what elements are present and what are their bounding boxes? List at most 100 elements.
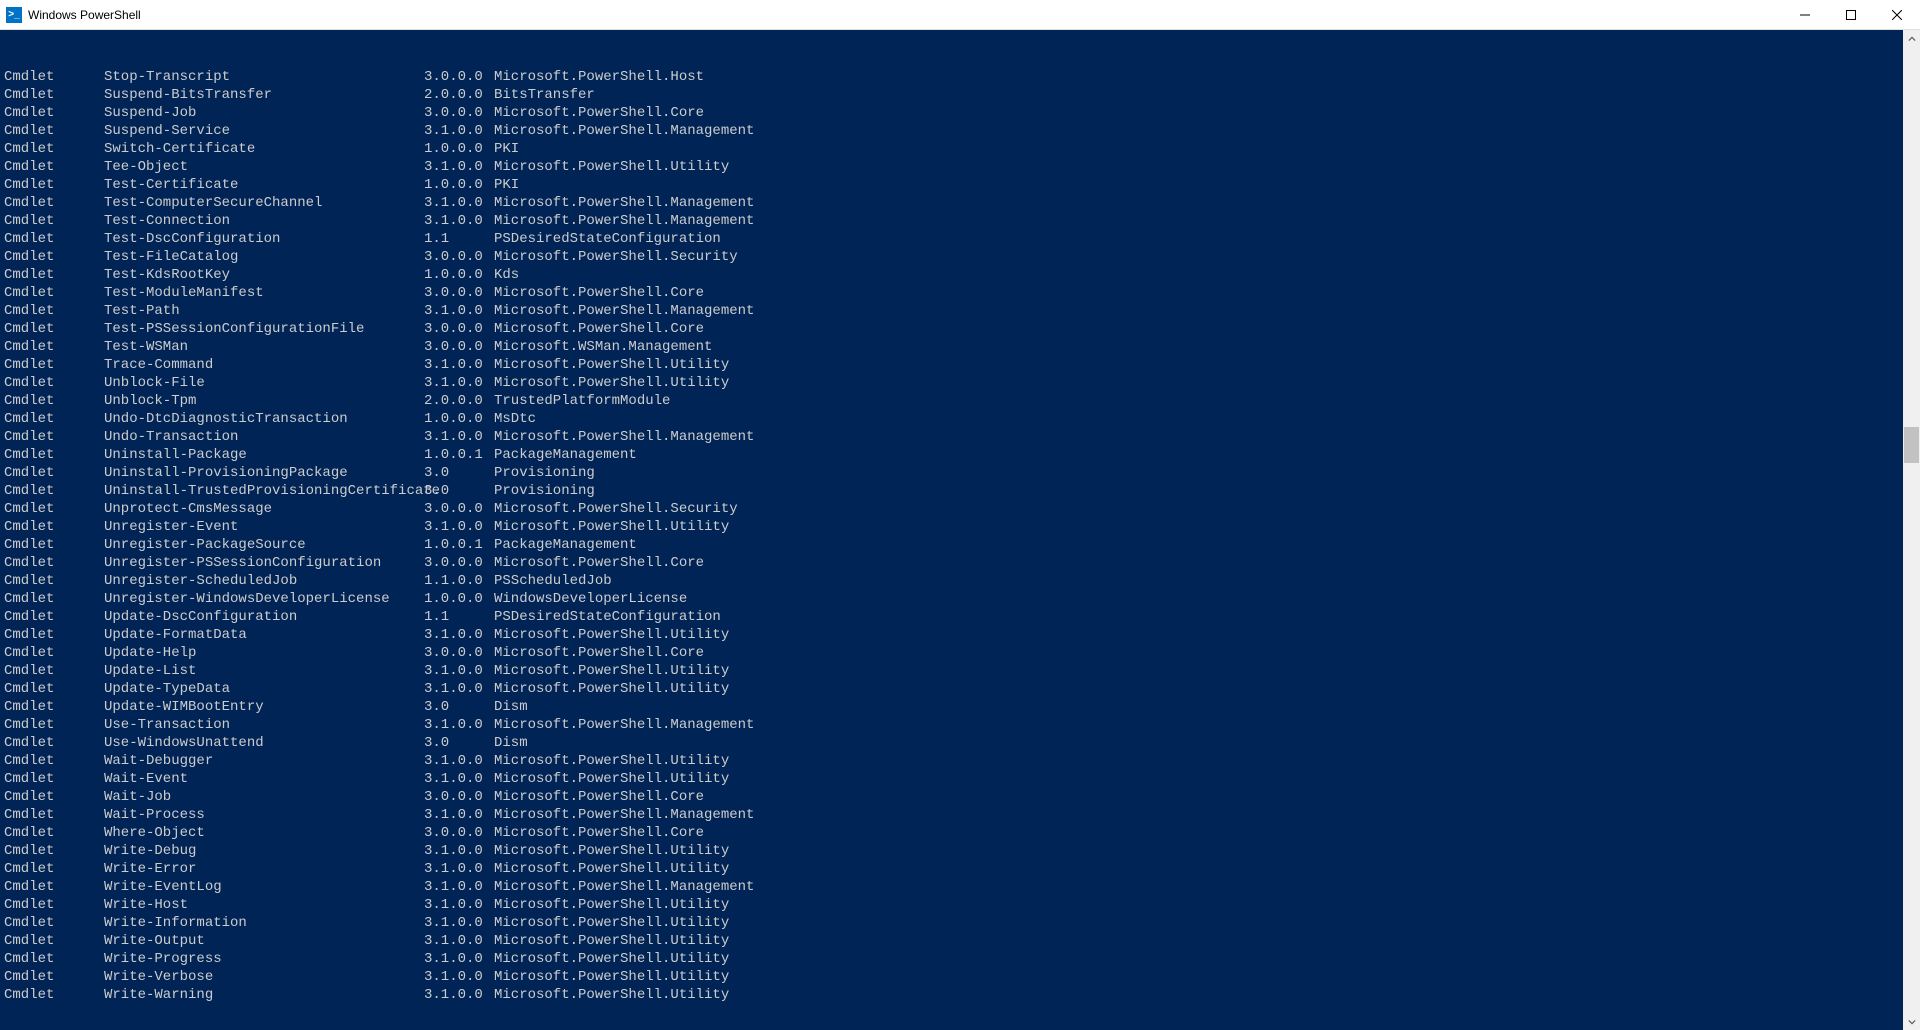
command-name: Write-Error [104, 860, 424, 878]
command-source: Microsoft.WSMan.Management [494, 338, 1916, 356]
command-version: 3.1.0.0 [424, 968, 494, 986]
command-name: Suspend-Job [104, 104, 424, 122]
output-row: CmdletUndo-DtcDiagnosticTransaction1.0.0… [4, 410, 1916, 428]
command-type: Cmdlet [4, 824, 104, 842]
command-type: Cmdlet [4, 410, 104, 428]
command-type: Cmdlet [4, 680, 104, 698]
command-name: Use-Transaction [104, 716, 424, 734]
command-type: Cmdlet [4, 464, 104, 482]
command-name: Write-Debug [104, 842, 424, 860]
output-row: CmdletUninstall-ProvisioningPackage3.0Pr… [4, 464, 1916, 482]
command-name: Test-DscConfiguration [104, 230, 424, 248]
command-source: Microsoft.PowerShell.Security [494, 248, 1916, 266]
output-row: CmdletSuspend-Job3.0.0.0Microsoft.PowerS… [4, 104, 1916, 122]
command-name: Undo-DtcDiagnosticTransaction [104, 410, 424, 428]
command-version: 3.1.0.0 [424, 212, 494, 230]
command-type: Cmdlet [4, 428, 104, 446]
command-source: Microsoft.PowerShell.Core [494, 104, 1916, 122]
command-name: Uninstall-TrustedProvisioningCertificate [104, 482, 424, 500]
command-version: 3.1.0.0 [424, 932, 494, 950]
command-source: BitsTransfer [494, 86, 1916, 104]
output-row: CmdletWrite-Host3.1.0.0Microsoft.PowerSh… [4, 896, 1916, 914]
command-source: Microsoft.PowerShell.Core [494, 788, 1916, 806]
command-name: Test-ModuleManifest [104, 284, 424, 302]
command-source: Microsoft.PowerShell.Utility [494, 356, 1916, 374]
command-source: PSDesiredStateConfiguration [494, 230, 1916, 248]
command-type: Cmdlet [4, 248, 104, 266]
command-name: Test-Path [104, 302, 424, 320]
output-row: CmdletWrite-Verbose3.1.0.0Microsoft.Powe… [4, 968, 1916, 986]
scrollbar[interactable] [1903, 30, 1920, 1030]
output-row: CmdletTest-PSSessionConfigurationFile3.0… [4, 320, 1916, 338]
maximize-button[interactable] [1828, 0, 1874, 30]
command-name: Test-PSSessionConfigurationFile [104, 320, 424, 338]
command-type: Cmdlet [4, 158, 104, 176]
command-version: 3.0 [424, 734, 494, 752]
command-source: Microsoft.PowerShell.Utility [494, 680, 1916, 698]
command-version: 3.0.0.0 [424, 284, 494, 302]
command-version: 3.1.0.0 [424, 428, 494, 446]
command-version: 3.0.0.0 [424, 554, 494, 572]
command-type: Cmdlet [4, 914, 104, 932]
command-name: Unblock-Tpm [104, 392, 424, 410]
command-type: Cmdlet [4, 212, 104, 230]
command-name: Write-EventLog [104, 878, 424, 896]
command-type: Cmdlet [4, 644, 104, 662]
command-source: Microsoft.PowerShell.Management [494, 878, 1916, 896]
titlebar[interactable]: >_ Windows PowerShell [0, 0, 1920, 30]
command-source: PKI [494, 140, 1916, 158]
scroll-thumb[interactable] [1904, 427, 1919, 463]
scroll-track[interactable] [1903, 47, 1920, 1013]
close-button[interactable] [1874, 0, 1920, 30]
command-version: 3.1.0.0 [424, 302, 494, 320]
output-row: CmdletTest-KdsRootKey1.0.0.0Kds [4, 266, 1916, 284]
terminal-area[interactable]: CmdletStop-Transcript3.0.0.0Microsoft.Po… [0, 30, 1920, 1030]
scroll-up-button[interactable] [1903, 30, 1920, 47]
command-type: Cmdlet [4, 860, 104, 878]
command-name: Trace-Command [104, 356, 424, 374]
command-source: Microsoft.PowerShell.Utility [494, 860, 1916, 878]
output-row: CmdletWrite-Warning3.1.0.0Microsoft.Powe… [4, 986, 1916, 1004]
command-version: 3.1.0.0 [424, 806, 494, 824]
command-source: Microsoft.PowerShell.Utility [494, 770, 1916, 788]
command-source: Microsoft.PowerShell.Security [494, 500, 1916, 518]
output-row: CmdletUpdate-TypeData3.1.0.0Microsoft.Po… [4, 680, 1916, 698]
command-source: Microsoft.PowerShell.Core [494, 554, 1916, 572]
command-version: 3.1.0.0 [424, 896, 494, 914]
command-name: Wait-Debugger [104, 752, 424, 770]
command-name: Where-Object [104, 824, 424, 842]
scroll-down-button[interactable] [1903, 1013, 1920, 1030]
command-version: 3.0.0.0 [424, 824, 494, 842]
command-source: Provisioning [494, 482, 1916, 500]
command-type: Cmdlet [4, 842, 104, 860]
command-name: Update-WIMBootEntry [104, 698, 424, 716]
output-row: CmdletTest-Certificate1.0.0.0PKI [4, 176, 1916, 194]
output-row: CmdletWrite-Output3.1.0.0Microsoft.Power… [4, 932, 1916, 950]
command-version: 1.0.0.0 [424, 140, 494, 158]
command-type: Cmdlet [4, 950, 104, 968]
output-row: CmdletUnblock-File3.1.0.0Microsoft.Power… [4, 374, 1916, 392]
command-type: Cmdlet [4, 500, 104, 518]
command-name: Wait-Event [104, 770, 424, 788]
command-name: Write-Information [104, 914, 424, 932]
command-name: Test-WSMan [104, 338, 424, 356]
command-source: Microsoft.PowerShell.Core [494, 824, 1916, 842]
output-row: CmdletSuspend-BitsTransfer2.0.0.0BitsTra… [4, 86, 1916, 104]
output-row: CmdletWrite-Information3.1.0.0Microsoft.… [4, 914, 1916, 932]
command-source: TrustedPlatformModule [494, 392, 1916, 410]
command-name: Test-FileCatalog [104, 248, 424, 266]
command-type: Cmdlet [4, 194, 104, 212]
output-row: CmdletUpdate-Help3.0.0.0Microsoft.PowerS… [4, 644, 1916, 662]
output-row: CmdletUndo-Transaction3.1.0.0Microsoft.P… [4, 428, 1916, 446]
command-source: Microsoft.PowerShell.Management [494, 122, 1916, 140]
output-row: CmdletUnregister-PSSessionConfiguration3… [4, 554, 1916, 572]
command-version: 3.0.0.0 [424, 338, 494, 356]
command-version: 3.1.0.0 [424, 860, 494, 878]
output-row: CmdletTest-ModuleManifest3.0.0.0Microsof… [4, 284, 1916, 302]
command-version: 3.1.0.0 [424, 680, 494, 698]
command-version: 3.1.0.0 [424, 986, 494, 1004]
output-row: CmdletUninstall-Package1.0.0.1PackageMan… [4, 446, 1916, 464]
minimize-button[interactable] [1782, 0, 1828, 30]
command-source: Microsoft.PowerShell.Utility [494, 374, 1916, 392]
command-source: Microsoft.PowerShell.Utility [494, 662, 1916, 680]
